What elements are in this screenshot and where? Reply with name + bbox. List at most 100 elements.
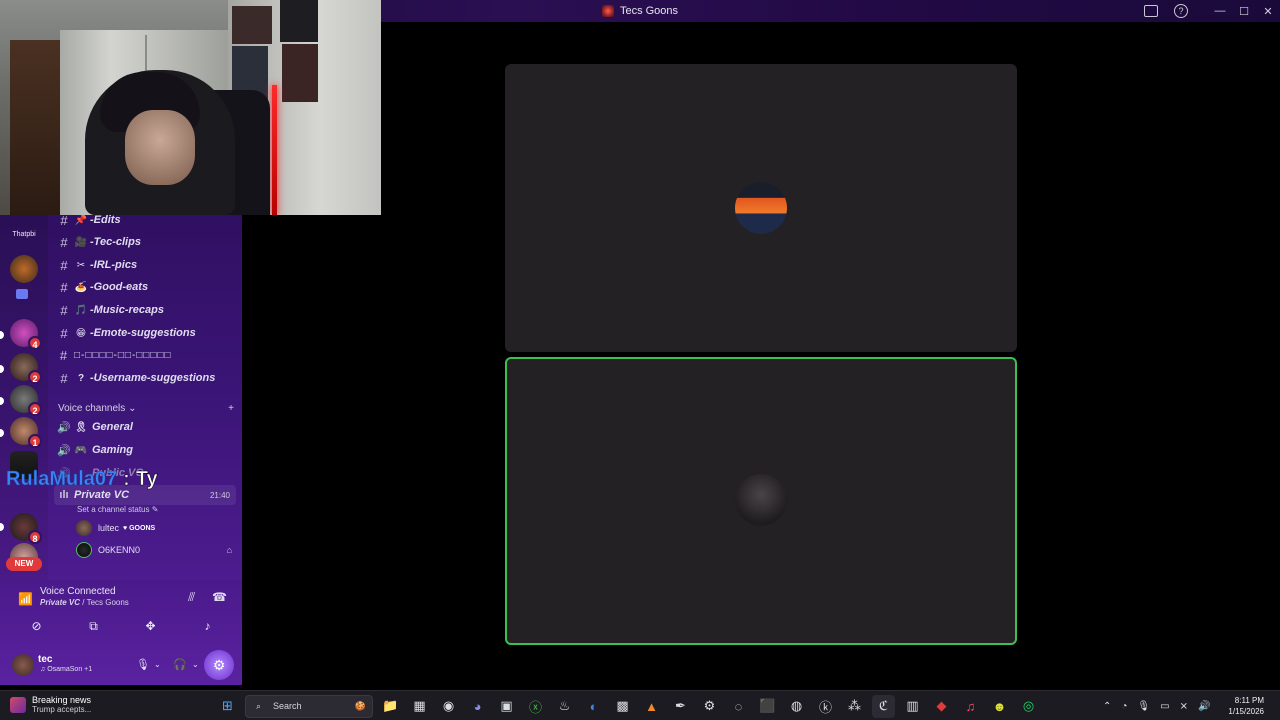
activities-icon[interactable]: ✥ [125,616,177,636]
app-icon[interactable]: ⚙ [698,695,721,718]
window-title-text: Tecs Goons [619,5,679,17]
app-icon[interactable]: ◌ [727,695,750,718]
news-widget[interactable]: Breaking news Trump accepts... [10,695,91,714]
channel-item[interactable]: # 🍝 -Good-eats [54,277,236,297]
voice-member[interactable]: O6KENN0 ⌂ [76,541,236,559]
server-tag: ♥ GOONS [123,524,156,532]
help-icon[interactable]: ? [1174,4,1188,18]
channel-item[interactable]: #? -Username-suggestions [54,368,236,388]
signal-icon[interactable]: 📶 [18,592,33,606]
app-icon[interactable]: ◍ [785,695,808,718]
windows-start-icon[interactable]: ⊞ [216,695,239,718]
app-icon[interactable]: ◐ [582,695,605,718]
speaker-icon: 🔊 [57,421,71,434]
server-logo-icon [601,5,614,17]
channel-name: -Username-suggestions [90,372,216,384]
voice-channel-gaming[interactable]: 🔊 🎮 Gaming [54,440,236,460]
chevron-down-icon[interactable]: ⌄ [192,660,199,669]
discord-icon[interactable]: ◕ [466,695,489,718]
voice-member[interactable]: lultec ♥ GOONS [76,519,236,537]
app-icon[interactable]: ☻ [988,695,1011,718]
microphone-icon[interactable]: 🎙 [1137,701,1150,712]
voice-channel-general[interactable]: 🔊 🎗 General [54,417,236,437]
server-icon[interactable] [10,255,38,283]
set-channel-status[interactable]: Set a channel status ✎ [77,505,158,514]
settings-gear-icon[interactable]: ⚙ [204,650,234,680]
taskbar-apps: ⊞ ⌕ Search 🍪 📁 ▦ ◉ ◕ ▣ ⓧ ♨ ◐ ▩ ▲ ✒ ⚙ ◌ ⬛ ◍… [216,694,1040,718]
bluetooth-icon[interactable]: ⨯ [1180,701,1188,712]
stream-chat-overlay: RulaMula07: Ty [6,468,158,491]
app-icon[interactable]: ⁂ [843,695,866,718]
voice-connected-title: Voice Connected [40,586,116,597]
user-panel: tec ♫ OsamaSon +1 🎙 ⌄ 🎧 ⌄ ⚙ [0,648,242,685]
music-icon[interactable]: ♫ [959,695,982,718]
camera-off-icon[interactable]: ⊘ [11,616,63,636]
close-button[interactable]: ✕ [1256,5,1280,18]
server-icon[interactable]: 1 [10,417,42,448]
network-icon[interactable]: ▭ [1160,701,1169,712]
system-tray: ⌃ ◔ 🎙 ▭ ⨯ 🔊 8:11 PM 1/15/2026 [1103,694,1264,718]
webcam-overlay [0,0,381,215]
channel-name: -IRL-pics [90,259,138,271]
app-icon[interactable]: ⬛ [756,695,779,718]
voice-channels-header[interactable]: Voice channels ⌄ + [58,403,234,414]
hash-icon: # [60,325,68,341]
channel-item[interactable]: # 😁 -Emote-suggestions [54,323,236,343]
channel-name: -Music-recaps [90,304,164,316]
server-icon[interactable]: 4 [10,319,42,350]
spotify-icon[interactable]: ◎ [1017,695,1040,718]
screen-share-icon[interactable]: ⧉ [68,616,120,636]
app-icon[interactable]: ℭ [872,694,895,718]
folder-icon[interactable] [16,289,28,299]
headphones-icon[interactable]: 🎧 [173,658,187,671]
search-highlight-icon: 🍪 [354,700,366,711]
app-icon[interactable]: ◆ [930,695,953,718]
file-explorer-icon[interactable]: 📁 [379,695,402,718]
microphone-icon[interactable]: 🎙 [136,658,150,671]
volume-icon[interactable]: 🔊 [1198,701,1210,712]
video-tile-speaking[interactable] [505,357,1017,645]
server-label: Thatpbi [12,231,36,238]
store-icon[interactable]: ▦ [408,695,431,718]
avatar [76,542,92,558]
channel-item[interactable]: # 🎵 -Music-recaps [54,300,236,320]
channel-item[interactable]: # ✂ -IRL-pics [54,255,236,275]
channel-item[interactable]: # 📌 -Edits [54,215,236,230]
xbox-icon[interactable]: ⓧ [524,695,547,718]
channel-name: -Edits [90,215,121,226]
noise-suppression-icon[interactable]: ⫻ [188,590,195,605]
disconnect-icon[interactable]: ☎ [212,590,227,604]
app-icon[interactable]: ✒ [669,695,692,718]
clock[interactable]: 8:11 PM 1/15/2026 [1228,695,1264,717]
call-duration: 21:40 [209,490,230,500]
epic-games-icon[interactable]: ▣ [495,695,518,718]
soundboard-icon[interactable]: ♪ [182,616,234,636]
server-icon[interactable]: 2 [10,385,42,416]
chevron-down-icon[interactable]: ⌄ [154,660,161,669]
add-channel-button[interactable]: + [228,403,234,414]
steam-icon[interactable]: ♨ [553,695,576,718]
channel-item[interactable]: # □-□□□□-□□-□□□□□ [54,345,236,365]
app-icon[interactable]: ▥ [901,695,924,718]
avatar[interactable] [12,654,34,676]
chrome-icon[interactable]: ◉ [437,695,460,718]
server-icon[interactable]: 8 [10,513,42,544]
picture-in-picture-icon[interactable] [1144,5,1158,17]
app-icon[interactable]: ▩ [611,695,634,718]
minimize-button[interactable]: — [1208,5,1232,17]
hash-icon: # [60,279,68,295]
hash-icon: # [60,215,68,228]
chevron-up-icon[interactable]: ⌃ [1103,701,1111,712]
channel-item[interactable]: # 🎥 -Tec-clips [54,232,236,252]
video-tile[interactable] [505,64,1017,352]
search-box[interactable]: ⌕ Search 🍪 [245,694,373,718]
maximize-button[interactable]: ☐ [1232,5,1256,18]
tray-app-icon[interactable]: ◔ [1121,701,1127,712]
participant-avatar [735,182,787,234]
app-icon[interactable]: ⓚ [814,695,837,718]
voice-channel-location[interactable]: Private VC / Tecs Goons [40,598,129,607]
window-controls: ? — ☐ ✕ [1144,0,1280,22]
taskbar: Breaking news Trump accepts... ⊞ ⌕ Search… [0,690,1280,720]
app-icon[interactable]: ▲ [640,695,663,718]
server-icon[interactable]: 2 [10,353,42,384]
